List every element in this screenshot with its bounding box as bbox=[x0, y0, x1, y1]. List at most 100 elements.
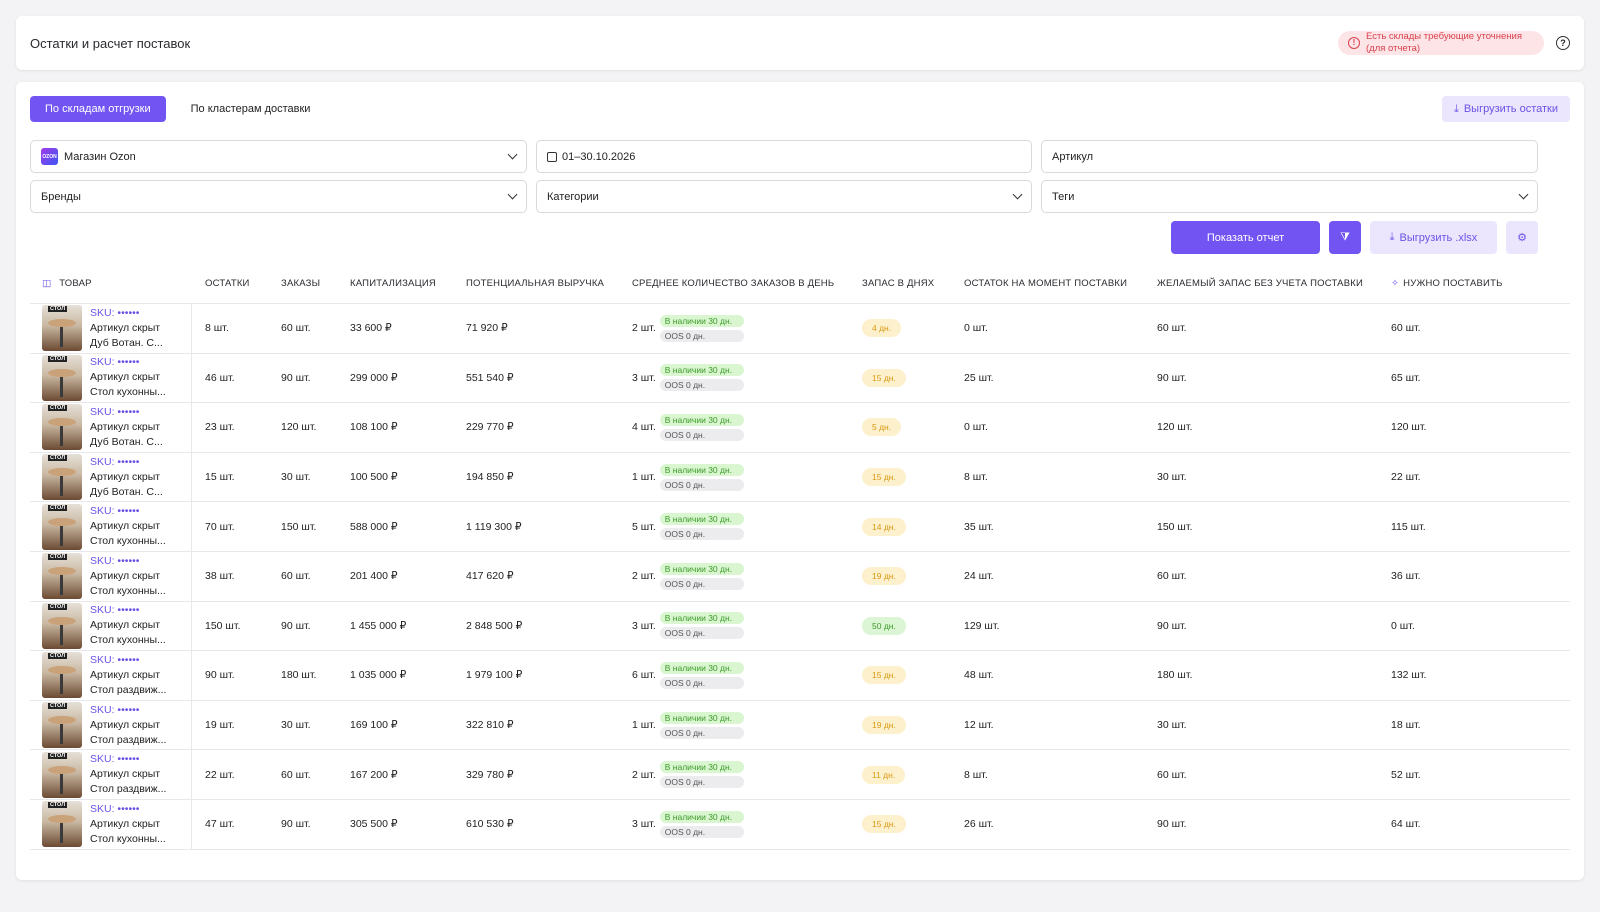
availability-badges: В наличии 30 дн. OOS 0 дн. bbox=[659, 364, 744, 392]
avg-orders-cell: 6 шт. В наличии 30 дн. OOS 0 дн. bbox=[632, 661, 862, 689]
in-stock-badge: В наличии 30 дн. bbox=[659, 810, 744, 823]
product-thumbnail[interactable]: СТОЛ bbox=[42, 652, 82, 699]
show-report-button[interactable]: Показать отчет bbox=[1171, 221, 1320, 254]
avg-orders-value: 3 шт. bbox=[632, 818, 656, 831]
col-stock[interactable]: ОСТАТКИ bbox=[192, 278, 281, 289]
col-capitalization[interactable]: КАПИТАЛИЗАЦИЯ bbox=[350, 278, 466, 289]
table-row[interactable]: СТОЛ SKU: •••••• Артикул скрыт Дуб Вотан. С… bbox=[30, 304, 1570, 354]
revenue-cell: 610 530 ₽ bbox=[466, 818, 514, 831]
capitalization-cell: 169 100 ₽ bbox=[350, 719, 398, 732]
col-need-to-supply[interactable]: ✧ НУЖНО ПОСТАВИТЬ bbox=[1391, 278, 1541, 289]
product-sku-link[interactable]: SKU: •••••• bbox=[90, 802, 166, 817]
stock-days-badge: 19 дн. bbox=[862, 567, 906, 586]
col-potential-revenue[interactable]: ПОТЕНЦИАЛЬНАЯ ВЫРУЧКА bbox=[466, 278, 632, 289]
stock-days-cell: 19 дн. bbox=[862, 716, 964, 735]
product-sku-link[interactable]: SKU: •••••• bbox=[90, 653, 166, 668]
table-row[interactable]: СТОЛ SKU: •••••• Артикул скрыт Дуб Вотан. С… bbox=[30, 452, 1570, 503]
need-to-supply-cell: 115 шт. bbox=[1391, 520, 1426, 533]
desired-stock-cell: 90 шт. bbox=[1157, 619, 1187, 632]
stock-days-badge: 15 дн. bbox=[862, 368, 906, 387]
product-sku-link[interactable]: SKU: •••••• bbox=[90, 504, 166, 519]
in-stock-badge: В наличии 30 дн. bbox=[659, 413, 744, 426]
table-row[interactable]: СТОЛ SKU: •••••• Артикул скрыт Стол раздвиж… bbox=[30, 700, 1570, 751]
tags-select-value: Теги bbox=[1052, 190, 1075, 203]
warehouse-alert-badge[interactable]: ! Есть склады требующие уточнения (для о… bbox=[1338, 31, 1544, 55]
table-row[interactable]: СТОЛ SKU: •••••• Артикул скрыт Стол кухонны… bbox=[30, 353, 1570, 404]
product-thumbnail[interactable]: СТОЛ bbox=[42, 503, 82, 550]
col-stock-at-delivery[interactable]: ОСТАТОК НА МОМЕНТ ПОСТАВКИ bbox=[964, 278, 1157, 289]
col-avg-orders[interactable]: СРЕДНЕЕ КОЛИЧЕСТВО ЗАКАЗОВ В ДЕНЬ bbox=[632, 278, 862, 289]
col-product-label: ТОВАР bbox=[59, 278, 92, 289]
article-input[interactable]: Артикул bbox=[1041, 140, 1538, 173]
product-info: SKU: •••••• Артикул скрыт Стол раздвиж... bbox=[90, 653, 166, 698]
help-icon[interactable]: ? bbox=[1556, 36, 1570, 50]
product-thumbnail[interactable]: СТОЛ bbox=[42, 801, 82, 848]
export-stock-button[interactable]: ⤓ Выгрузить остатки bbox=[1441, 96, 1570, 122]
product-sku-link[interactable]: SKU: •••••• bbox=[90, 306, 163, 321]
tab-by-warehouses[interactable]: По складам отгрузки bbox=[30, 96, 166, 122]
table-row[interactable]: СТОЛ SKU: •••••• Артикул скрыт Стол раздвиж… bbox=[30, 651, 1570, 701]
thumbnail-tag: СТОЛ bbox=[48, 554, 68, 561]
col-desired-stock[interactable]: ЖЕЛАЕМЫЙ ЗАПАС БЕЗ УЧЕТА ПОСТАВКИ bbox=[1157, 278, 1391, 289]
oos-badge: OOS 0 дн. bbox=[659, 329, 744, 342]
capitalization-cell: 33 600 ₽ bbox=[350, 322, 392, 335]
product-name: Дуб Вотан. С... bbox=[90, 435, 163, 448]
product-thumbnail[interactable]: СТОЛ bbox=[42, 305, 82, 352]
in-stock-badge: В наличии 30 дн. bbox=[659, 661, 744, 674]
product-info: SKU: •••••• Артикул скрыт Стол кухонны... bbox=[90, 603, 166, 648]
table-row[interactable]: СТОЛ SKU: •••••• Артикул скрыт Дуб Вотан. С… bbox=[30, 403, 1570, 453]
table-row[interactable]: СТОЛ SKU: •••••• Артикул скрыт Стол кухонны… bbox=[30, 502, 1570, 552]
product-article: Артикул скрыт bbox=[90, 817, 161, 830]
categories-select[interactable]: Категории bbox=[536, 180, 1032, 213]
table-row[interactable]: СТОЛ SKU: •••••• Артикул скрыт Стол кухонны… bbox=[30, 551, 1570, 602]
page-title: Остатки и расчет поставок bbox=[30, 35, 191, 51]
product-sku-link[interactable]: SKU: •••••• bbox=[90, 355, 166, 370]
table-row[interactable]: СТОЛ SKU: •••••• Артикул скрыт Стол кухонны… bbox=[30, 799, 1570, 850]
product-thumbnail[interactable]: СТОЛ bbox=[42, 553, 82, 600]
settings-button[interactable]: ⚙ bbox=[1506, 221, 1538, 254]
orders-cell: 90 шт. bbox=[281, 619, 311, 632]
tags-select[interactable]: Теги bbox=[1041, 180, 1538, 213]
tab-by-clusters[interactable]: По кластерам доставки bbox=[176, 96, 326, 122]
in-stock-badge: В наличии 30 дн. bbox=[659, 364, 744, 377]
brands-select[interactable]: Бренды bbox=[30, 180, 527, 213]
orders-cell: 30 шт. bbox=[281, 719, 311, 732]
product-thumbnail[interactable]: СТОЛ bbox=[42, 354, 82, 401]
oos-badge: OOS 0 дн. bbox=[659, 428, 744, 441]
availability-badges: В наличии 30 дн. OOS 0 дн. bbox=[659, 711, 744, 739]
product-sku-link[interactable]: SKU: •••••• bbox=[90, 703, 166, 718]
revenue-cell: 229 770 ₽ bbox=[466, 421, 514, 434]
store-select[interactable]: OZON Магазин Ozon bbox=[30, 140, 527, 173]
download-icon: ⤓ bbox=[1389, 231, 1395, 243]
col-orders[interactable]: ЗАКАЗЫ bbox=[281, 278, 350, 289]
orders-cell: 120 шт. bbox=[281, 421, 317, 434]
product-sku-link[interactable]: SKU: •••••• bbox=[90, 554, 166, 569]
product-sku-link[interactable]: SKU: •••••• bbox=[90, 405, 163, 420]
product-sku-link[interactable]: SKU: •••••• bbox=[90, 752, 166, 767]
product-info: SKU: •••••• Артикул скрыт Дуб Вотан. С... bbox=[90, 455, 163, 500]
stock-days-badge: 19 дн. bbox=[862, 716, 906, 735]
product-thumbnail[interactable]: СТОЛ bbox=[42, 602, 82, 649]
product-sku-link[interactable]: SKU: •••••• bbox=[90, 455, 163, 470]
col-product[interactable]: ◫ ТОВАР bbox=[30, 264, 192, 303]
product-thumbnail[interactable]: СТОЛ bbox=[42, 751, 82, 798]
product-sku-link[interactable]: SKU: •••••• bbox=[90, 603, 166, 618]
avg-orders-cell: 4 шт. В наличии 30 дн. OOS 0 дн. bbox=[632, 413, 862, 441]
oos-badge: OOS 0 дн. bbox=[659, 379, 744, 392]
product-cell: СТОЛ SKU: •••••• Артикул скрыт Дуб Вотан. С… bbox=[30, 403, 192, 452]
date-range-field[interactable]: 01–30.10.2026 bbox=[536, 140, 1032, 173]
avg-orders-cell: 2 шт. В наличии 30 дн. OOS 0 дн. bbox=[632, 314, 862, 342]
product-info: SKU: •••••• Артикул скрыт Дуб Вотан. С... bbox=[90, 306, 163, 351]
table-row[interactable]: СТОЛ SKU: •••••• Артикул скрыт Стол раздвиж… bbox=[30, 750, 1570, 800]
stock-days-badge: 15 дн. bbox=[862, 666, 906, 685]
desired-stock-cell: 60 шт. bbox=[1157, 322, 1187, 335]
product-thumbnail[interactable]: СТОЛ bbox=[42, 454, 82, 501]
product-thumbnail[interactable]: СТОЛ bbox=[42, 404, 82, 451]
product-thumbnail[interactable]: СТОЛ bbox=[42, 702, 82, 749]
need-to-supply-cell: 132 шт. bbox=[1391, 669, 1427, 682]
export-xlsx-button[interactable]: ⤓ Выгрузить .xlsx bbox=[1370, 221, 1497, 254]
col-stock-days[interactable]: ЗАПАС В ДНЯХ bbox=[862, 278, 964, 289]
filter-button[interactable]: ⧩ bbox=[1329, 221, 1361, 254]
stock-cell: 90 шт. bbox=[205, 669, 235, 682]
table-row[interactable]: СТОЛ SKU: •••••• Артикул скрыт Стол кухонны… bbox=[30, 601, 1570, 652]
